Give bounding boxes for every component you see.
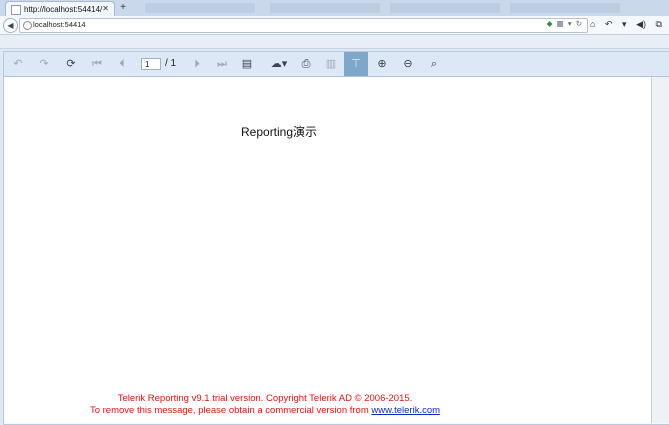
blurred-tab[interactable] [390,3,500,13]
address-bar-url: localhost:54414 [33,20,86,29]
blurred-tab[interactable] [145,3,255,13]
trial-line-1: Telerik Reporting v9.1 trial version. Co… [117,393,413,404]
zoom-out-icon[interactable]: ⊖ [396,52,420,76]
page-total-label: / 1 [165,58,177,69]
bookmarks-bar [0,35,669,49]
trial-line-2-text: To remove this message, please obtain a … [89,405,372,416]
search-icon[interactable]: ⌕ [422,52,446,76]
speaker-icon[interactable]: ◀) [636,19,646,29]
page-number-input[interactable]: 1 [141,58,161,70]
previous-page-icon[interactable]: ⏴ [110,52,134,76]
report-viewer: ↶ ↷ ⟳ ⏮ ⏴ 1 / 1 ⏵ ⏭ ▤ ☁▾ ⎙ ▥ ⊤ ⊕ ⊖ ⌕ Rep… [3,51,669,425]
refresh-icon[interactable]: ⟳ [59,52,83,76]
browser-nav-bar: ◀ localhost:54414 ◆ ▦ ▾ ↻ ⌂ ↶ ▾ ◀) ⧉ [0,16,669,35]
parameters-filter-icon[interactable]: ⊤ [344,52,368,76]
new-tab-button[interactable]: + [117,2,129,14]
trial-line-2: To remove this message, please obtain a … [5,405,525,417]
page-favicon-icon [11,5,21,15]
export-cloud-icon[interactable]: ☁▾ [264,52,294,76]
telerik-link[interactable]: www.telerik.com [371,405,440,416]
report-page: Reporting演示 Telerik Reporting v9.1 trial… [5,77,652,423]
reload-icon[interactable]: ↻ [576,19,583,28]
restore-icon[interactable]: ⧉ [656,19,662,29]
side-panel [652,77,669,423]
trial-message: Telerik Reporting v9.1 trial version. Co… [5,393,525,417]
report-title: Reporting演示 [241,125,318,139]
browser-tab-strip: http://localhost:54414/ ✕ + [0,0,669,17]
chevron-down-icon[interactable]: ▾ [622,19,627,29]
shield-icon[interactable]: ◆ [547,19,554,28]
blurred-tab[interactable] [270,3,380,13]
back-button[interactable]: ◀ [3,18,18,33]
grid-icon[interactable]: ▦ [557,19,565,28]
dropdown-arrow-icon[interactable]: ▾ [568,19,573,28]
document-map-icon[interactable]: ▤ [235,52,259,76]
globe-icon [23,21,32,30]
forward-icon[interactable]: ↷ [32,52,56,76]
close-tab-icon[interactable]: ✕ [102,4,109,13]
print-icon[interactable]: ⎙ [294,52,318,76]
blurred-tab[interactable] [510,3,620,13]
zoom-in-icon[interactable]: ⊕ [370,52,394,76]
browser-tab[interactable]: http://localhost:54414/ ✕ [5,1,115,17]
print-preview-icon[interactable]: ▥ [319,52,343,76]
first-page-icon[interactable]: ⏮ [85,52,109,76]
next-page-icon[interactable]: ⏵ [185,52,209,76]
address-bar[interactable]: localhost:54414 ◆ ▦ ▾ ↻ [19,18,588,33]
back-icon[interactable]: ↶ [6,52,30,76]
undo-icon[interactable]: ↶ [605,19,613,29]
last-page-icon[interactable]: ⏭ [210,52,234,76]
tab-title: http://localhost:54414/ [24,5,103,14]
home-icon[interactable]: ⌂ [590,19,595,29]
report-toolbar: ↶ ↷ ⟳ ⏮ ⏴ 1 / 1 ⏵ ⏭ ▤ ☁▾ ⎙ ▥ ⊤ ⊕ ⊖ ⌕ [4,52,669,77]
